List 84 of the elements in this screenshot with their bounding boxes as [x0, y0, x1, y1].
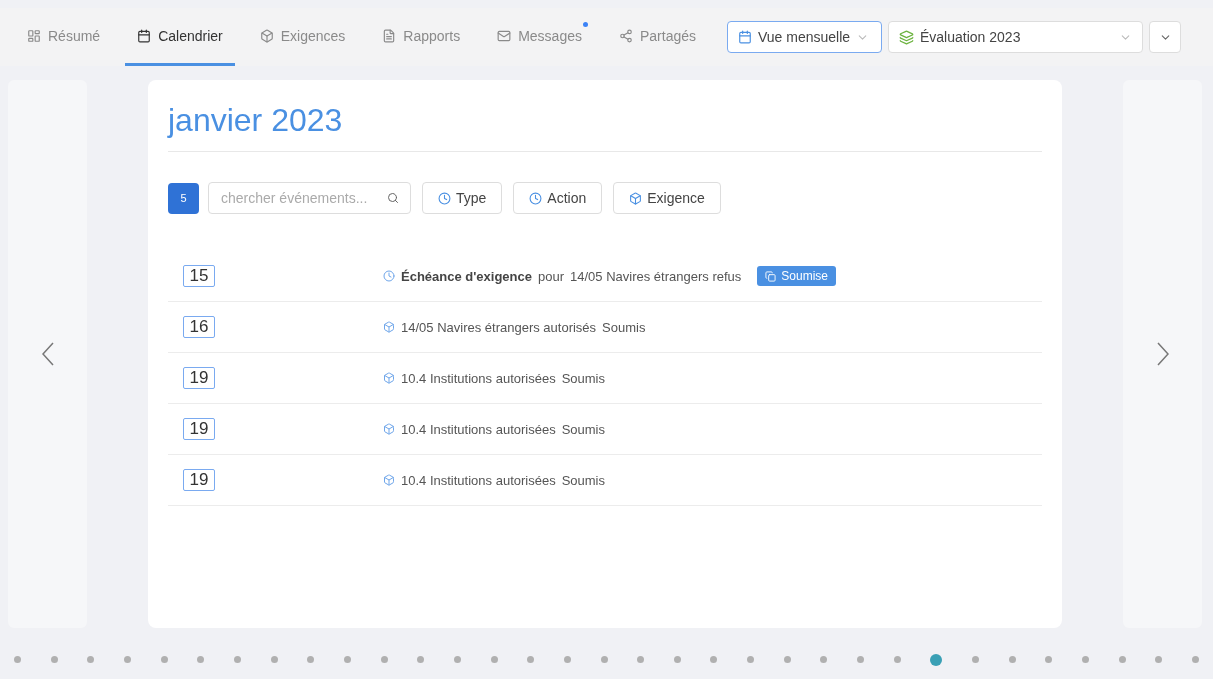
status-label: Soumise	[781, 269, 828, 283]
pagination-dot[interactable]	[50, 656, 58, 663]
event-subject: 14/05 Navires étrangers refus	[570, 268, 742, 284]
day-number: 19	[183, 418, 215, 440]
pagination-dot[interactable]	[14, 656, 21, 663]
event-subject: 14/05 Navires étrangers autorisés	[401, 319, 597, 335]
pagination-dot[interactable]	[972, 656, 980, 663]
pagination-dot[interactable]	[600, 656, 608, 663]
pagination-dot[interactable]	[930, 653, 943, 666]
pagination-dot[interactable]	[380, 656, 388, 663]
clock-icon	[438, 191, 451, 205]
cube-icon	[629, 191, 643, 205]
pagination-dot[interactable]	[563, 656, 571, 663]
mail-icon	[497, 28, 512, 43]
pagination-dot[interactable]	[197, 656, 205, 663]
cube-icon	[259, 28, 274, 43]
event-subject: 10.4 Institutions autorisées	[401, 472, 556, 488]
previous-panel[interactable]	[8, 80, 87, 628]
filter-button[interactable]: Action	[513, 182, 603, 214]
event-subject: 10.4 Institutions autorisées	[401, 421, 556, 437]
event-type: Échéance d'exigence	[401, 268, 532, 284]
search-icon	[387, 192, 399, 204]
pagination-dot[interactable]	[343, 656, 351, 663]
pagination-dot[interactable]	[820, 656, 828, 663]
event-count: 5	[168, 182, 199, 214]
pagination-dot[interactable]	[1082, 656, 1090, 663]
pagination-dot[interactable]	[87, 656, 95, 663]
event-connector: pour	[538, 268, 565, 284]
pagination-dot[interactable]	[747, 656, 755, 663]
day-number: 16	[183, 316, 215, 338]
cube-icon	[383, 474, 395, 486]
cube-icon	[383, 321, 395, 333]
pagination-dot[interactable]	[417, 656, 425, 663]
pagination-dot[interactable]	[1045, 656, 1053, 663]
pagination-dot[interactable]	[1008, 656, 1016, 663]
pagination-dot[interactable]	[527, 656, 535, 663]
pagination-dot[interactable]	[1118, 656, 1126, 663]
event-subject: 10.4 Institutions autorisées	[401, 370, 556, 386]
pagination-dot[interactable]	[710, 656, 718, 663]
day-number: 19	[183, 469, 215, 491]
share-icon	[618, 28, 633, 43]
event-status: Soumis	[602, 319, 646, 335]
pagination-dot[interactable]	[1155, 656, 1163, 663]
pagination-dot[interactable]	[637, 656, 645, 663]
pagination-dot[interactable]	[233, 656, 241, 663]
clock-icon	[529, 191, 543, 205]
next-panel[interactable]	[1123, 80, 1202, 628]
pagination-dot[interactable]	[893, 656, 901, 663]
filter-button[interactable]: Type	[422, 182, 503, 214]
select-value: Évaluation 2023	[920, 29, 1022, 45]
chevron-right-icon	[1156, 342, 1169, 366]
layers-icon	[899, 29, 914, 45]
pagination-dot[interactable]	[123, 656, 131, 663]
chevron-left-icon	[41, 342, 54, 366]
event-status: Soumis	[561, 421, 605, 437]
dropdown-button[interactable]	[1149, 21, 1181, 53]
pagination-dot[interactable]	[783, 656, 791, 663]
pagination-dot[interactable]	[1192, 656, 1199, 663]
document-icon	[382, 28, 397, 43]
pagination-dot[interactable]	[160, 656, 168, 663]
nav-tab[interactable]: Calendrier	[125, 8, 235, 66]
dashboard-icon	[27, 28, 41, 43]
pagination-dot[interactable]	[270, 656, 278, 663]
calendar-icon	[137, 28, 152, 43]
pagination-dot[interactable]	[857, 656, 865, 663]
day-number: 15	[183, 265, 215, 287]
cube-icon	[383, 423, 395, 435]
event-status: Soumis	[561, 370, 605, 386]
pagination-dot[interactable]	[673, 656, 681, 663]
assessment-select[interactable]: Évaluation 2023	[888, 21, 1143, 53]
pagination-dot[interactable]	[453, 656, 461, 663]
cube-icon	[383, 372, 395, 384]
month-title: janvier 2023	[168, 102, 1042, 152]
view-select[interactable]: Vue mensuelle	[727, 21, 882, 53]
filter-button[interactable]: Exigence	[613, 182, 721, 214]
search-field[interactable]: chercher événements...	[208, 182, 411, 214]
clock-icon	[383, 270, 395, 282]
pagination-dot[interactable]	[307, 656, 315, 663]
pagination-dot[interactable]	[490, 656, 498, 663]
calendar-icon	[738, 30, 752, 44]
copy-icon	[765, 270, 777, 282]
select-value: Vue mensuelle	[758, 29, 851, 45]
day-number: 19	[183, 367, 215, 389]
event-status: Soumis	[561, 472, 605, 488]
